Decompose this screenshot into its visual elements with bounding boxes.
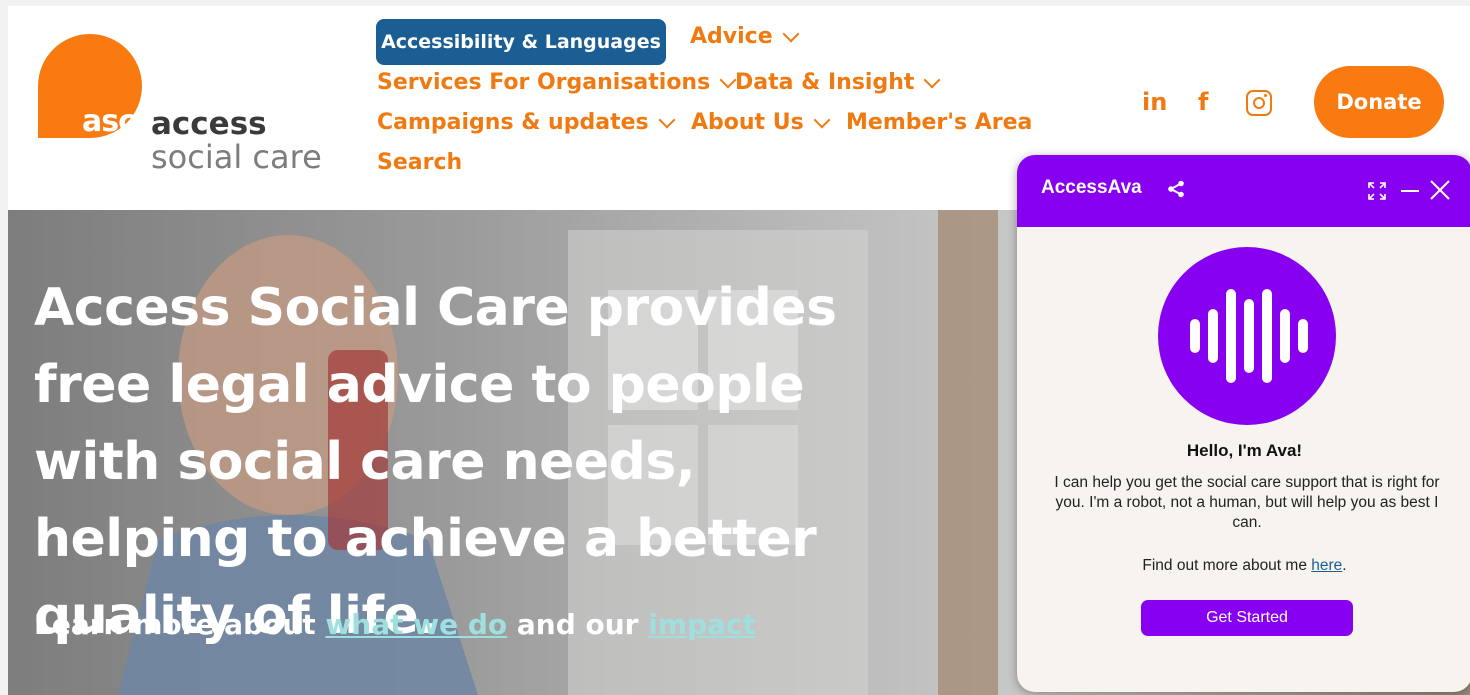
- ava-description: I can help you get the social care suppo…: [1054, 474, 1440, 531]
- nav-members-area[interactable]: Member's Area: [846, 110, 1032, 135]
- ava-greeting: Hello, I'm Ava!: [1186, 441, 1303, 460]
- expand-icon[interactable]: [1367, 181, 1387, 201]
- chevron-down-icon: [658, 111, 676, 128]
- chat-header: AccessAva: [1017, 155, 1470, 227]
- nav-members-label: Member's Area: [846, 110, 1033, 135]
- share-icon[interactable]: [1167, 180, 1185, 198]
- nav-advice[interactable]: Advice: [690, 24, 800, 49]
- site-logo[interactable]: asc access social care: [38, 34, 338, 184]
- ava-more-suffix: .: [1342, 557, 1347, 574]
- chevron-down-icon: [782, 25, 800, 42]
- logo-mark: asc: [82, 104, 136, 139]
- nav-services-label: Services For Organisations: [377, 70, 711, 95]
- hero-title: Access Social Care provides free legal a…: [34, 278, 837, 646]
- hero-sub-middle: and our: [507, 608, 649, 641]
- linkedin-icon[interactable]: in: [1142, 88, 1167, 116]
- get-started-button[interactable]: Get Started: [1141, 600, 1353, 636]
- nav-about-label: About Us: [691, 110, 804, 135]
- what-we-do-link[interactable]: what we do: [325, 608, 507, 641]
- nav-campaigns-updates[interactable]: Campaigns & updates: [377, 110, 676, 135]
- ava-more-info: Find out more about me here.: [1017, 557, 1470, 575]
- nav-data-insight[interactable]: Data & Insight: [735, 70, 941, 95]
- donate-button[interactable]: Donate: [1314, 66, 1444, 138]
- nav-search-label: Search: [377, 150, 463, 175]
- chevron-down-icon: [923, 71, 941, 88]
- ava-here-link[interactable]: here: [1311, 557, 1342, 574]
- hero-subtitle: Learn more about what we do and our impa…: [34, 608, 756, 641]
- hero-sub-prefix: Learn more about: [34, 608, 326, 641]
- nav-data-label: Data & Insight: [735, 70, 915, 95]
- accessibility-languages-button[interactable]: Accessibility & Languages: [376, 19, 666, 65]
- nav-advice-label: Advice: [690, 24, 773, 49]
- instagram-icon[interactable]: [1246, 90, 1272, 116]
- nav-about-us[interactable]: About Us: [691, 110, 831, 135]
- logo-text-social-care: social care: [151, 138, 322, 176]
- nav-campaigns-label: Campaigns & updates: [377, 110, 649, 135]
- audio-wave-icon: [1190, 289, 1308, 383]
- logo-text-access: access: [151, 106, 267, 142]
- facebook-icon[interactable]: f: [1198, 88, 1208, 116]
- nav-services-for-organisations[interactable]: Services For Organisations: [377, 70, 737, 95]
- ava-more-prefix: Find out more about me: [1142, 557, 1312, 574]
- nav-search[interactable]: Search: [377, 150, 462, 175]
- page: asc access social care Accessibility & L…: [8, 6, 1470, 695]
- minimize-icon[interactable]: [1401, 190, 1419, 192]
- ava-avatar: [1158, 247, 1336, 425]
- close-icon[interactable]: [1429, 179, 1451, 201]
- chat-widget: AccessAva Hello, I'm Ava! I can help you…: [1017, 155, 1470, 692]
- chat-title: AccessAva: [1041, 177, 1142, 198]
- impact-link[interactable]: impact: [648, 608, 756, 641]
- chevron-down-icon: [813, 111, 831, 128]
